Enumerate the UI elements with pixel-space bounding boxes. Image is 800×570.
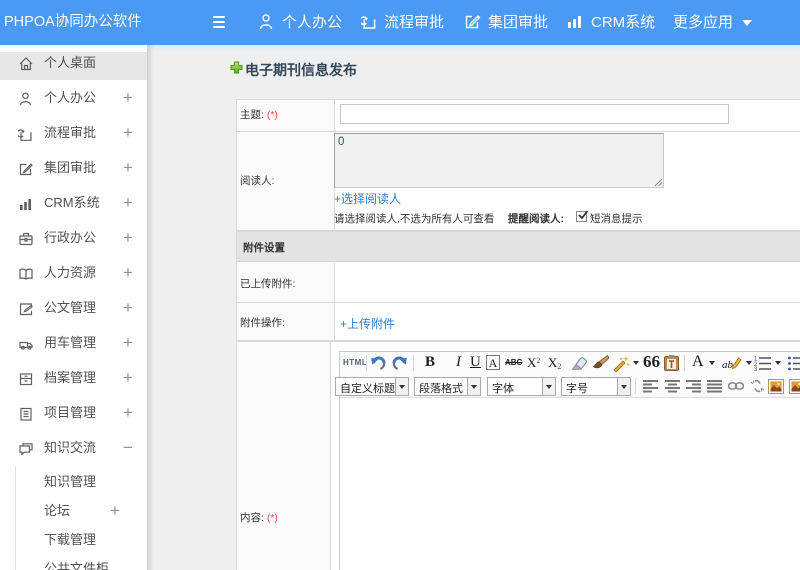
- svg-text:ab: ab: [722, 359, 734, 371]
- svg-text:3: 3: [754, 367, 758, 371]
